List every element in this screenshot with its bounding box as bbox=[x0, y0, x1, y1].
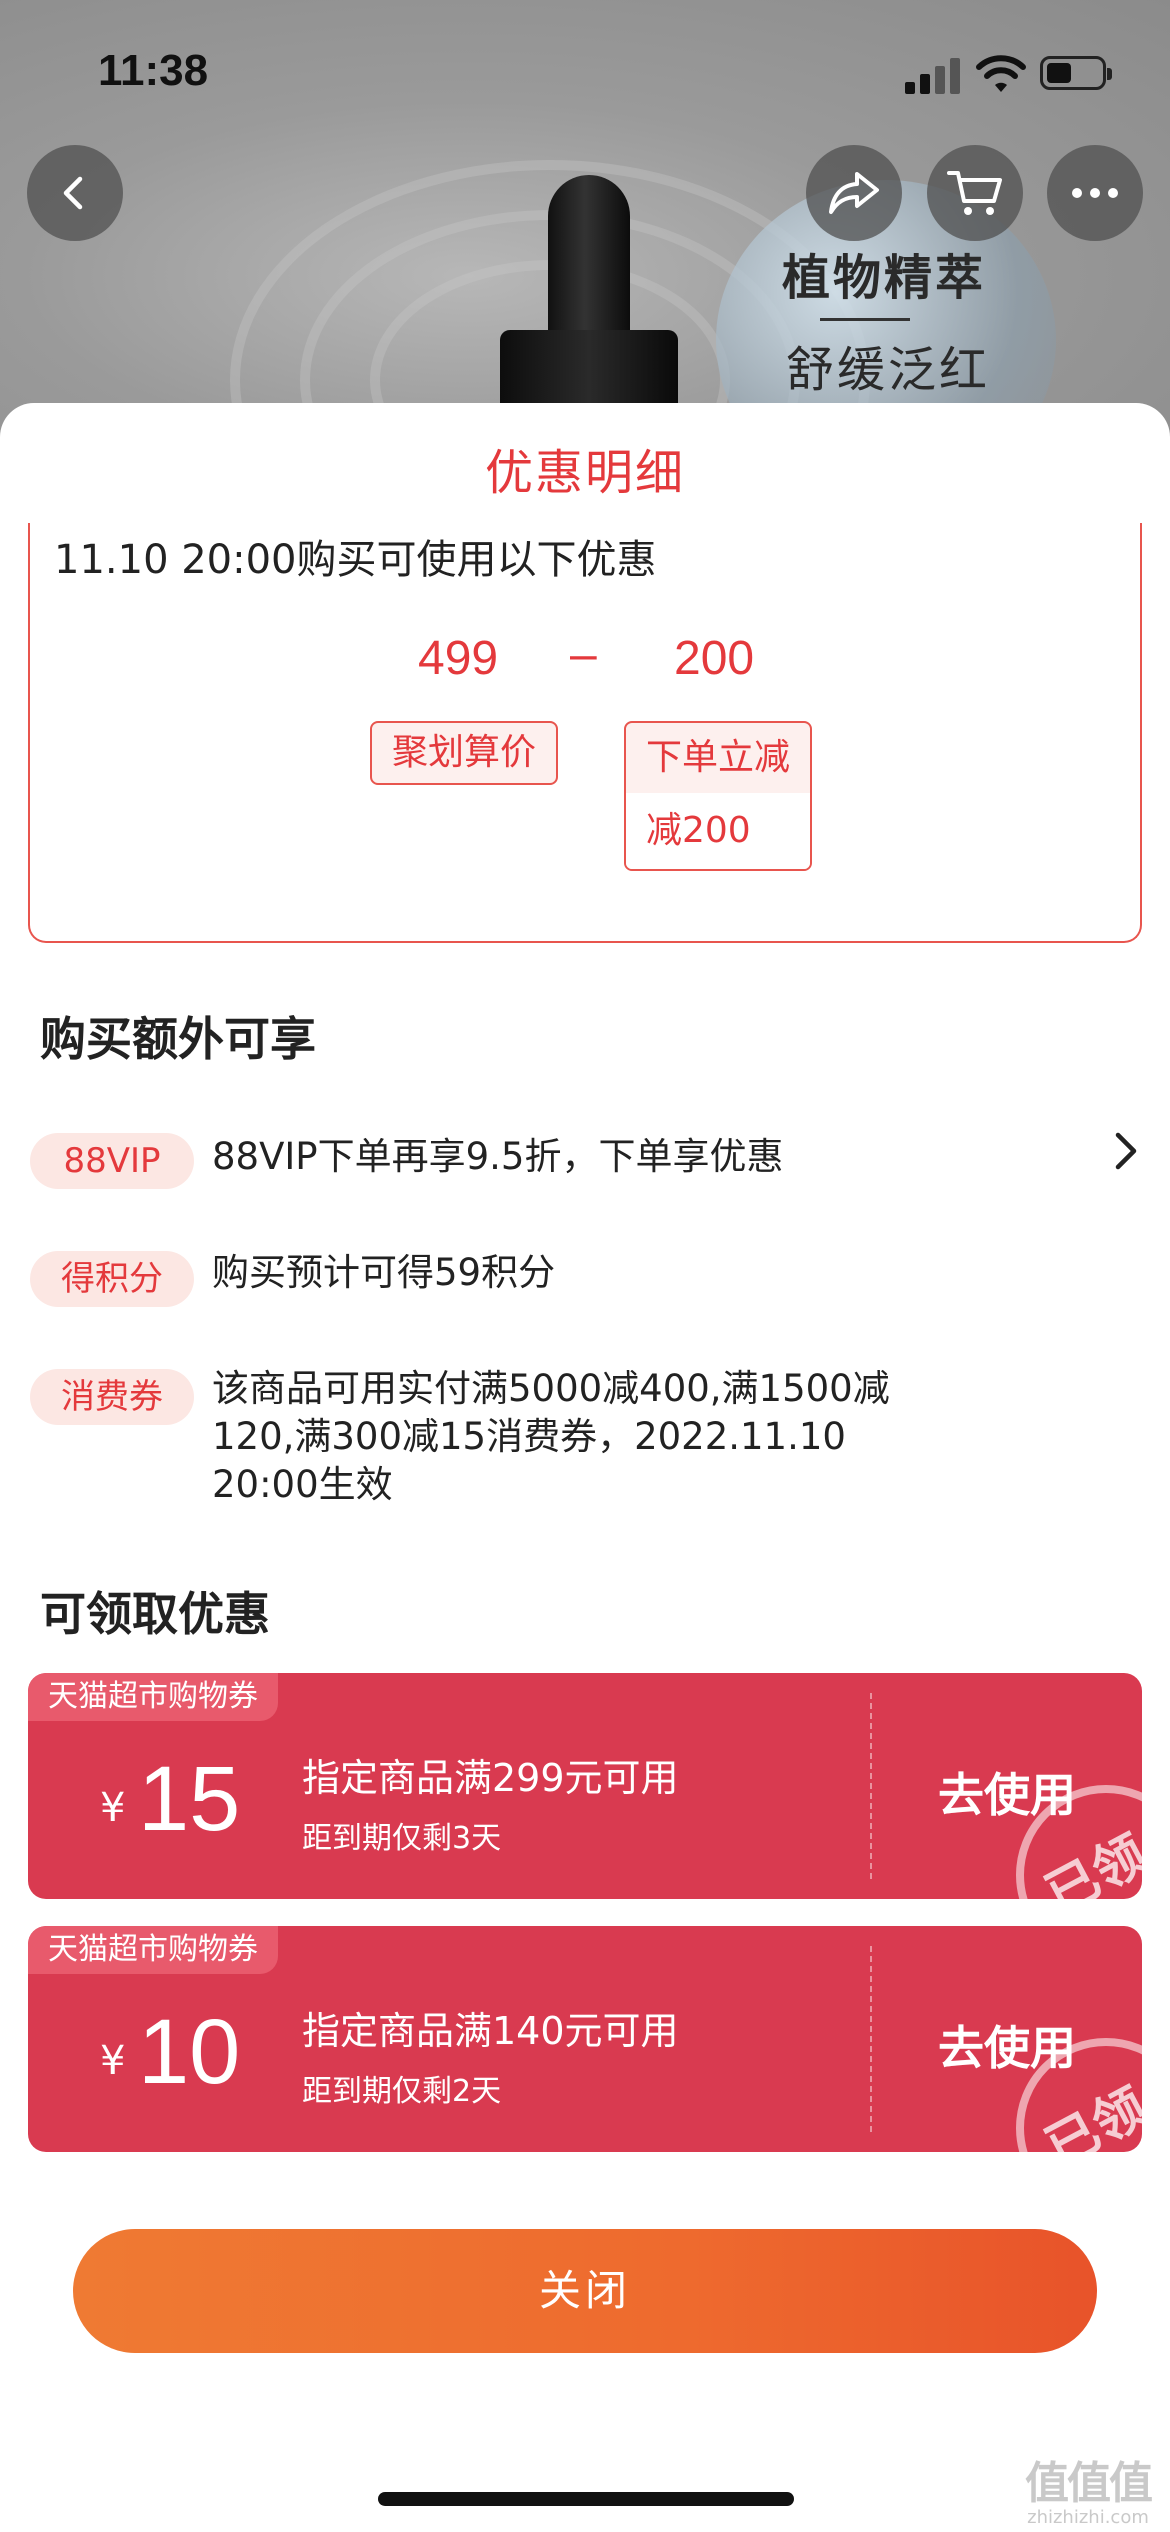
cart-icon bbox=[947, 171, 1002, 215]
discount-detail-sheet: 优惠明细 11.10 20:00购买可使用以下优惠 499 – 200 聚划算价… bbox=[0, 403, 1170, 2532]
coupon-expiry: 距到期仅剩2天 bbox=[302, 2074, 502, 2109]
perk-text: 购买预计可得59积分 bbox=[212, 1251, 556, 1294]
perk-tag: 得积分 bbox=[30, 1251, 194, 1307]
status-bar: 11:38 bbox=[0, 0, 1170, 140]
coupon-label: 天猫超市购物券 bbox=[28, 1673, 278, 1721]
chevron-left-icon bbox=[63, 176, 83, 210]
site-watermark: 值值值 zhizhizhi.com bbox=[1018, 2447, 1158, 2528]
product-bottle-cap bbox=[548, 175, 630, 345]
minus-sign: – bbox=[570, 628, 597, 681]
base-price-tag: 聚划算价 bbox=[370, 721, 558, 785]
discount-value: 200 bbox=[674, 632, 755, 685]
product-caption-1: 植物精萃 bbox=[782, 250, 987, 306]
coupon-amount: 15 bbox=[138, 1748, 241, 1850]
perk-text: 88VIP下单再享9.5折，下单享优惠 bbox=[212, 1135, 784, 1178]
coupon-divider bbox=[870, 1946, 872, 2132]
discount-tag-title: 下单立减 bbox=[645, 737, 790, 778]
more-button[interactable] bbox=[1047, 145, 1143, 241]
breakdown-heading: 11.10 20:00购买可使用以下优惠 bbox=[54, 537, 657, 583]
share-icon bbox=[829, 172, 879, 214]
coupon-currency: ¥ bbox=[100, 2038, 126, 2084]
perk-text-line: 该商品可用实付满5000减400,满1500减 bbox=[212, 1367, 890, 1410]
perk-tag: 88VIP bbox=[30, 1133, 194, 1189]
back-button[interactable] bbox=[27, 145, 123, 241]
coupon-expiry: 距到期仅剩3天 bbox=[302, 1821, 502, 1856]
sheet-title: 优惠明细 bbox=[484, 445, 685, 501]
perk-tag: 消费券 bbox=[30, 1369, 194, 1425]
coupon-label: 天猫超市购物券 bbox=[28, 1926, 278, 1974]
share-button[interactable] bbox=[806, 145, 902, 241]
coupon-card: 天猫超市购物券 ¥ 10 指定商品满140元可用 距到期仅剩2天 去使用 已领 bbox=[28, 1926, 1142, 2152]
chevron-right-icon bbox=[1115, 1132, 1137, 1170]
coupon-condition: 指定商品满140元可用 bbox=[302, 2009, 679, 2053]
watermark-url: zhizhizhi.com bbox=[1027, 2507, 1149, 2528]
discount-breakdown-card: 11.10 20:00购买可使用以下优惠 499 – 200 聚划算价 下单立减… bbox=[28, 523, 1142, 943]
home-indicator[interactable] bbox=[378, 2492, 794, 2506]
status-time: 11:38 bbox=[98, 46, 209, 95]
discount-tag-detail: 减200 bbox=[626, 793, 810, 869]
coupon-card: 天猫超市购物券 ¥ 15 指定商品满299元可用 距到期仅剩3天 去使用 已领 bbox=[28, 1673, 1142, 1899]
claimed-stamp-text: 已领 bbox=[1036, 2076, 1142, 2152]
close-button[interactable]: 关闭 bbox=[73, 2229, 1097, 2353]
claimed-stamp-text: 已领 bbox=[1036, 1823, 1142, 1899]
perk-text-line: 20:00生效 bbox=[212, 1463, 393, 1506]
more-icon bbox=[1072, 188, 1118, 198]
wifi-icon bbox=[976, 55, 1026, 92]
coupon-condition: 指定商品满299元可用 bbox=[302, 1756, 679, 1800]
coupon-divider bbox=[870, 1693, 872, 1879]
battery-icon bbox=[1040, 56, 1112, 90]
claimable-title: 可领取优惠 bbox=[40, 1587, 270, 1641]
coupon-currency: ¥ bbox=[100, 1785, 126, 1831]
extra-benefits-title: 购买额外可享 bbox=[40, 1012, 316, 1066]
signal-icon bbox=[905, 56, 963, 94]
watermark-logo: 值值值 bbox=[1025, 2458, 1153, 2509]
discount-tag: 下单立减 减200 bbox=[624, 721, 812, 871]
base-price: 499 bbox=[418, 632, 499, 685]
cart-button[interactable] bbox=[927, 145, 1023, 241]
product-caption-divider bbox=[820, 318, 910, 321]
coupon-amount: 10 bbox=[138, 2001, 241, 2103]
perk-text-line: 120,满300减15消费券，2022.11.10 bbox=[212, 1415, 846, 1458]
